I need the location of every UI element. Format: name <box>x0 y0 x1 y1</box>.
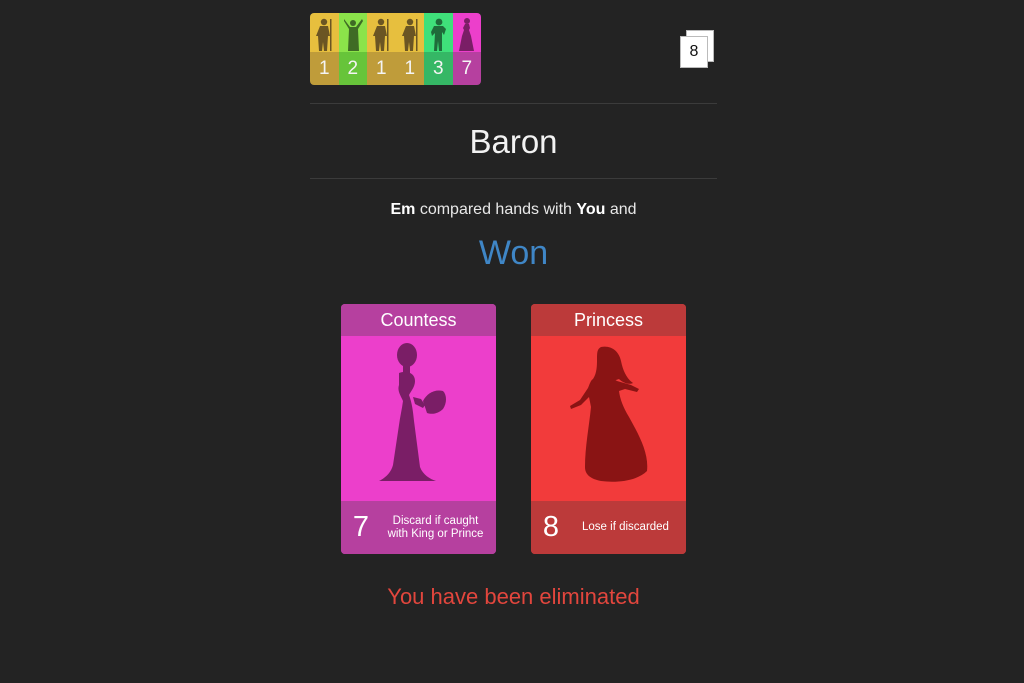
history-card[interactable]: 1 <box>310 13 339 85</box>
history-card-top <box>452 13 481 52</box>
card-value: 8 <box>542 511 560 543</box>
card-name: Princess <box>531 304 686 336</box>
card-effect-line: Lose if discarded <box>582 521 669 533</box>
history-card-top <box>338 13 367 52</box>
history-card-top <box>395 13 424 52</box>
played-cards-history: 1 2 1 1 3 7 <box>310 13 481 85</box>
card-effect-line: with King or Prince <box>387 527 484 540</box>
actor-name: Em <box>390 201 416 218</box>
history-card-top <box>310 13 339 52</box>
history-card-value: 1 <box>395 52 424 85</box>
history-card-value: 7 <box>452 52 481 85</box>
card-art <box>531 336 686 501</box>
card-name: Countess <box>341 304 496 336</box>
history-card[interactable]: 3 <box>424 13 453 85</box>
history-card-top <box>367 13 396 52</box>
card-effect-line: Discard if caught <box>392 514 479 527</box>
history-card[interactable]: 2 <box>338 13 367 85</box>
guard-silhouette-icon <box>316 18 332 51</box>
message-end: and <box>605 201 637 218</box>
history-card-value: 3 <box>424 52 453 85</box>
card-effect: Lose if discarded <box>571 521 686 534</box>
deck-count: 8 <box>680 36 708 68</box>
history-card[interactable]: 1 <box>367 13 396 85</box>
action-title: Baron <box>469 123 558 160</box>
card-art <box>341 336 496 501</box>
action-message: Em compared hands with You and <box>310 201 717 219</box>
card-value: 7 <box>352 511 370 543</box>
princess-silhouette-icon <box>569 346 647 482</box>
princess-card[interactable]: Princess 8 Lose if discarded <box>531 304 686 554</box>
countess-silhouette-icon <box>458 18 474 51</box>
guard-silhouette-icon <box>401 18 418 51</box>
history-card-value: 1 <box>310 52 339 85</box>
history-card[interactable]: 1 <box>395 13 424 85</box>
baron-silhouette-icon <box>431 18 447 51</box>
guard-silhouette-icon <box>373 18 389 51</box>
elimination-status: You have been eliminated <box>387 584 640 609</box>
countess-silhouette-icon <box>378 342 446 481</box>
card-footer: 7 Discard if caught with King or Prince <box>341 501 496 554</box>
card-footer: 8 Lose if discarded <box>531 501 686 554</box>
history-card-value: 2 <box>338 52 367 85</box>
history-card-top <box>424 13 453 52</box>
message-text: compared hands with <box>415 201 577 218</box>
countess-card[interactable]: Countess 7 Discard if caught with King or… <box>341 304 496 554</box>
target-name: You <box>576 201 606 218</box>
history-card[interactable]: 7 <box>452 13 481 85</box>
comparison-result: Won <box>478 234 549 272</box>
divider <box>310 178 717 179</box>
deck-pile[interactable]: 8 <box>680 30 714 68</box>
priest-silhouette-icon <box>343 19 363 51</box>
divider <box>310 103 717 104</box>
history-card-value: 1 <box>367 52 396 85</box>
card-effect: Discard if caught with King or Prince <box>381 515 496 541</box>
